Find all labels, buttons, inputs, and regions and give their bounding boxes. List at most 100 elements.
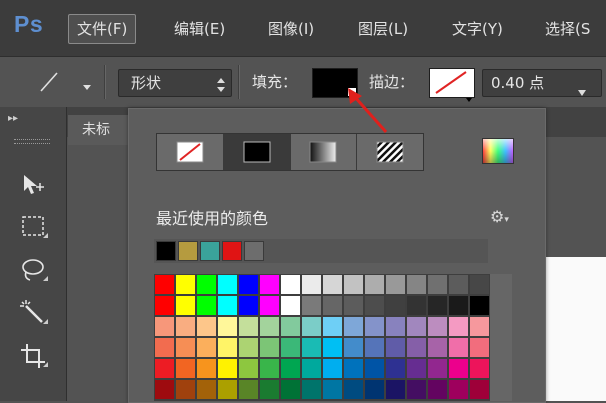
recent-color-swatch[interactable] — [200, 241, 220, 261]
color-swatch[interactable] — [386, 359, 405, 378]
color-swatch[interactable] — [155, 275, 174, 294]
color-swatch[interactable] — [386, 380, 405, 399]
color-swatch[interactable] — [239, 296, 258, 315]
color-swatch[interactable] — [281, 275, 300, 294]
color-swatch[interactable] — [155, 380, 174, 399]
color-swatch[interactable] — [197, 380, 216, 399]
color-swatch[interactable] — [302, 338, 321, 357]
color-swatch[interactable] — [155, 317, 174, 336]
color-swatch[interactable] — [428, 338, 447, 357]
color-swatch[interactable] — [239, 317, 258, 336]
lasso-tool-icon[interactable] — [16, 253, 50, 287]
color-swatch[interactable] — [365, 359, 384, 378]
color-swatch[interactable] — [470, 296, 489, 315]
color-swatch[interactable] — [281, 359, 300, 378]
color-swatch[interactable] — [344, 296, 363, 315]
color-swatch[interactable] — [197, 338, 216, 357]
color-swatch[interactable] — [428, 317, 447, 336]
color-swatch[interactable] — [449, 338, 468, 357]
gear-icon[interactable]: ⚙▾ — [490, 207, 509, 226]
color-swatch[interactable] — [407, 317, 426, 336]
line-tool-icon[interactable] — [36, 69, 62, 95]
color-swatch[interactable] — [197, 359, 216, 378]
menu-type[interactable]: 文字(Y) — [452, 15, 503, 43]
color-swatch[interactable] — [302, 359, 321, 378]
color-swatch[interactable] — [470, 359, 489, 378]
color-swatch[interactable] — [449, 317, 468, 336]
color-swatch[interactable] — [281, 338, 300, 357]
color-swatch[interactable] — [323, 359, 342, 378]
color-swatch[interactable] — [197, 296, 216, 315]
color-swatch[interactable] — [260, 359, 279, 378]
color-swatch[interactable] — [218, 275, 237, 294]
color-swatch[interactable] — [449, 296, 468, 315]
color-swatch[interactable] — [407, 338, 426, 357]
fill-type-none-button[interactable] — [157, 134, 224, 170]
color-picker-icon[interactable] — [482, 138, 514, 164]
color-swatch[interactable] — [218, 359, 237, 378]
crop-tool-icon[interactable] — [16, 339, 50, 373]
color-swatch[interactable] — [344, 359, 363, 378]
color-swatch[interactable] — [323, 338, 342, 357]
color-swatch[interactable] — [260, 296, 279, 315]
color-swatch[interactable] — [344, 317, 363, 336]
stroke-width-field[interactable]: 0.40 点 — [482, 69, 602, 97]
color-swatch[interactable] — [323, 380, 342, 399]
color-swatch[interactable] — [218, 317, 237, 336]
color-swatch[interactable] — [386, 296, 405, 315]
color-swatch[interactable] — [365, 317, 384, 336]
swatches-scrollbar[interactable] — [490, 274, 512, 401]
mode-select[interactable]: 形状 — [118, 69, 232, 97]
color-swatch[interactable] — [176, 338, 195, 357]
color-swatch[interactable] — [302, 380, 321, 399]
color-swatch[interactable] — [323, 275, 342, 294]
color-swatch[interactable] — [176, 380, 195, 399]
color-swatch[interactable] — [281, 317, 300, 336]
stroke-color-swatch[interactable] — [429, 68, 475, 102]
menu-layer[interactable]: 图层(L) — [358, 15, 408, 43]
color-swatch[interactable] — [260, 317, 279, 336]
fill-type-solid-button[interactable] — [223, 134, 291, 170]
color-swatch[interactable] — [218, 338, 237, 357]
color-swatch[interactable] — [470, 380, 489, 399]
color-swatch[interactable] — [386, 317, 405, 336]
color-swatch[interactable] — [239, 275, 258, 294]
color-swatch[interactable] — [449, 380, 468, 399]
color-swatch[interactable] — [155, 359, 174, 378]
color-swatch[interactable] — [407, 359, 426, 378]
color-swatch[interactable] — [386, 275, 405, 294]
color-swatch[interactable] — [323, 296, 342, 315]
color-swatch[interactable] — [428, 380, 447, 399]
color-swatch[interactable] — [260, 380, 279, 399]
color-swatch[interactable] — [281, 380, 300, 399]
color-swatch[interactable] — [302, 275, 321, 294]
tool-preset-dropdown-icon[interactable] — [82, 77, 92, 90]
color-swatch[interactable] — [428, 275, 447, 294]
marquee-tool-icon[interactable] — [16, 210, 50, 244]
color-swatch[interactable] — [407, 296, 426, 315]
fill-type-pattern-button[interactable] — [357, 134, 423, 170]
color-swatch[interactable] — [197, 317, 216, 336]
color-swatch[interactable] — [302, 296, 321, 315]
recent-color-swatch[interactable] — [244, 241, 264, 261]
move-tool-icon[interactable] — [16, 167, 50, 201]
color-swatch[interactable] — [365, 275, 384, 294]
color-swatch[interactable] — [407, 380, 426, 399]
color-swatch[interactable] — [197, 275, 216, 294]
color-swatch[interactable] — [428, 359, 447, 378]
color-swatch[interactable] — [470, 338, 489, 357]
color-swatch[interactable] — [407, 275, 426, 294]
color-swatch[interactable] — [470, 275, 489, 294]
color-swatch[interactable] — [176, 296, 195, 315]
color-swatch[interactable] — [323, 317, 342, 336]
color-swatch[interactable] — [218, 380, 237, 399]
color-swatch[interactable] — [344, 380, 363, 399]
color-swatch[interactable] — [260, 275, 279, 294]
color-swatch[interactable] — [365, 338, 384, 357]
color-swatch[interactable] — [344, 338, 363, 357]
fill-type-gradient-button[interactable] — [290, 134, 358, 170]
color-swatch[interactable] — [218, 296, 237, 315]
magic-wand-tool-icon[interactable] — [16, 296, 50, 330]
recent-color-swatch[interactable] — [156, 241, 176, 261]
color-swatch[interactable] — [176, 275, 195, 294]
